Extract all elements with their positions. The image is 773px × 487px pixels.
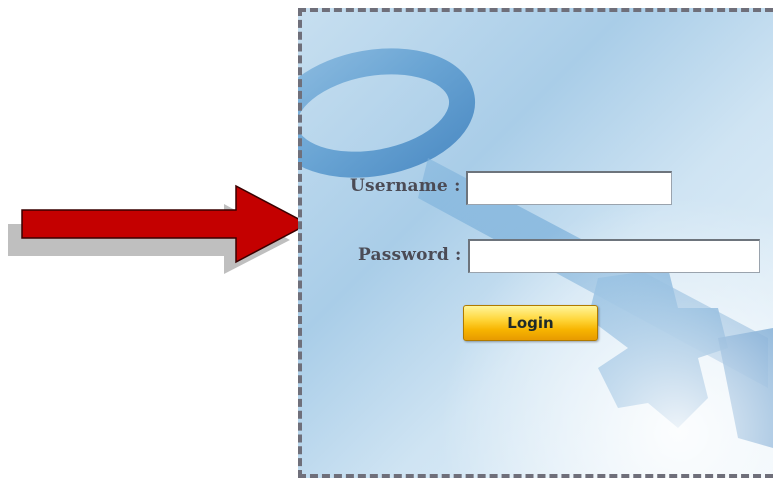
panel-border-top xyxy=(298,8,773,12)
login-panel: Username : Password : Login xyxy=(298,8,773,478)
password-label: Password : xyxy=(358,245,462,265)
panel-border-bottom xyxy=(298,474,773,478)
panel-border-left xyxy=(298,8,302,478)
username-label: Username : xyxy=(350,176,461,196)
login-button[interactable]: Login xyxy=(463,305,598,341)
pointer-arrow-icon xyxy=(0,180,320,280)
password-field[interactable] xyxy=(468,239,760,273)
login-form: Username : Password : Login xyxy=(298,8,773,478)
username-field[interactable] xyxy=(466,171,672,205)
